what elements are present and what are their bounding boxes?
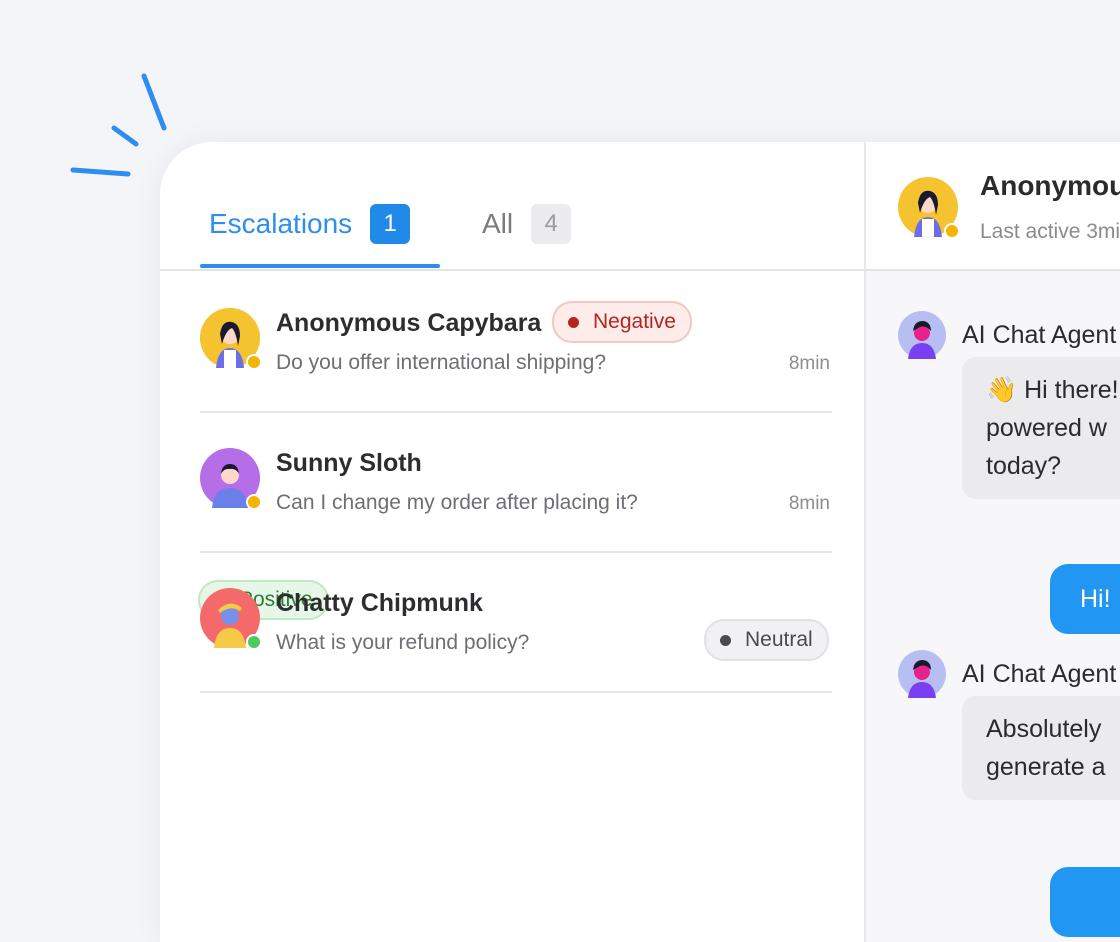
timestamp: 8min [788, 353, 830, 374]
conversation-list-pane: Escalations 1 All 4 Anonymous Capybara N… [160, 142, 864, 942]
sentiment-badge-neutral: Neutral [704, 619, 829, 661]
user-message-bubble: Hi! [1050, 564, 1120, 634]
conversation-name: Anonymous Capybara [276, 309, 542, 337]
tab-escalations[interactable]: Escalations 1 [209, 200, 411, 248]
all-count-badge: 4 [531, 204, 572, 244]
tab-escalations-label: Escalations [209, 208, 353, 239]
conversation-item[interactable]: Sunny Sloth Can I change my order after … [200, 411, 832, 553]
message-line: 👋 Hi there! [986, 376, 1119, 404]
sentiment-label: Neutral [745, 628, 813, 651]
avatar [200, 588, 262, 650]
agent-name: AI Chat Agent [962, 320, 1117, 349]
message-line: powered w [986, 414, 1107, 442]
message-preview: Do you offer international shipping? [276, 351, 607, 374]
last-active: Last active 3min ago [980, 220, 1120, 243]
message-preview: Can I change my order after placing it? [276, 491, 638, 514]
escalations-count-badge: 1 [370, 204, 411, 244]
conversation-name: Sunny Sloth [276, 449, 422, 477]
timestamp: 8min [788, 493, 830, 514]
inbox-panel: Escalations 1 All 4 Anonymous Capybara N… [160, 142, 1120, 942]
conversation-item[interactable]: Anonymous Capybara Negative Do you offer… [200, 271, 832, 413]
message-line: today? [986, 452, 1062, 480]
contact-name: Anonymous Capybara [980, 170, 1120, 201]
agent-header: AI Chat Agent [898, 311, 1116, 359]
agent-message-bubble: Absolutely generate a [962, 696, 1120, 800]
user-message-bubble-partial [1050, 867, 1120, 937]
message-preview: What is your refund policy? [276, 631, 530, 654]
tab-all[interactable]: All 4 [482, 200, 572, 248]
avatar [200, 448, 262, 510]
tab-bar: Escalations 1 All 4 [160, 142, 864, 271]
sentiment-label: Negative [593, 310, 676, 333]
sentiment-dot [568, 316, 579, 328]
message-line: generate a [986, 753, 1106, 781]
agent-header: AI Chat Agent [898, 650, 1116, 698]
agent-avatar-icon [898, 311, 946, 359]
tab-all-label: All [482, 208, 514, 239]
avatar [200, 308, 262, 370]
conversation-name: Chatty Chipmunk [276, 589, 483, 617]
message-line: Absolutely [986, 715, 1102, 743]
message-text: Hi! [1080, 584, 1111, 613]
status-dot [246, 494, 262, 510]
message-thread[interactable]: AI Chat Agent 👋 Hi there! powered w toda… [866, 271, 1120, 942]
agent-message-bubble: 👋 Hi there! powered w today? [962, 357, 1120, 499]
status-dot [944, 223, 960, 239]
sentiment-badge-negative: Negative [552, 301, 692, 343]
sentiment-dot [720, 634, 731, 646]
chat-header: Anonymous Capybara Last active 3min ago [866, 142, 1120, 271]
contact-avatar [898, 177, 960, 239]
status-dot [246, 634, 262, 650]
chat-pane: Anonymous Capybara Last active 3min ago … [866, 142, 1120, 942]
active-tab-indicator [200, 264, 440, 268]
agent-name: AI Chat Agent [962, 659, 1117, 688]
agent-avatar-icon [898, 650, 946, 698]
conversation-item[interactable]: Positive Chatty Chipmunk What is your re… [198, 551, 832, 693]
status-dot [246, 354, 262, 370]
